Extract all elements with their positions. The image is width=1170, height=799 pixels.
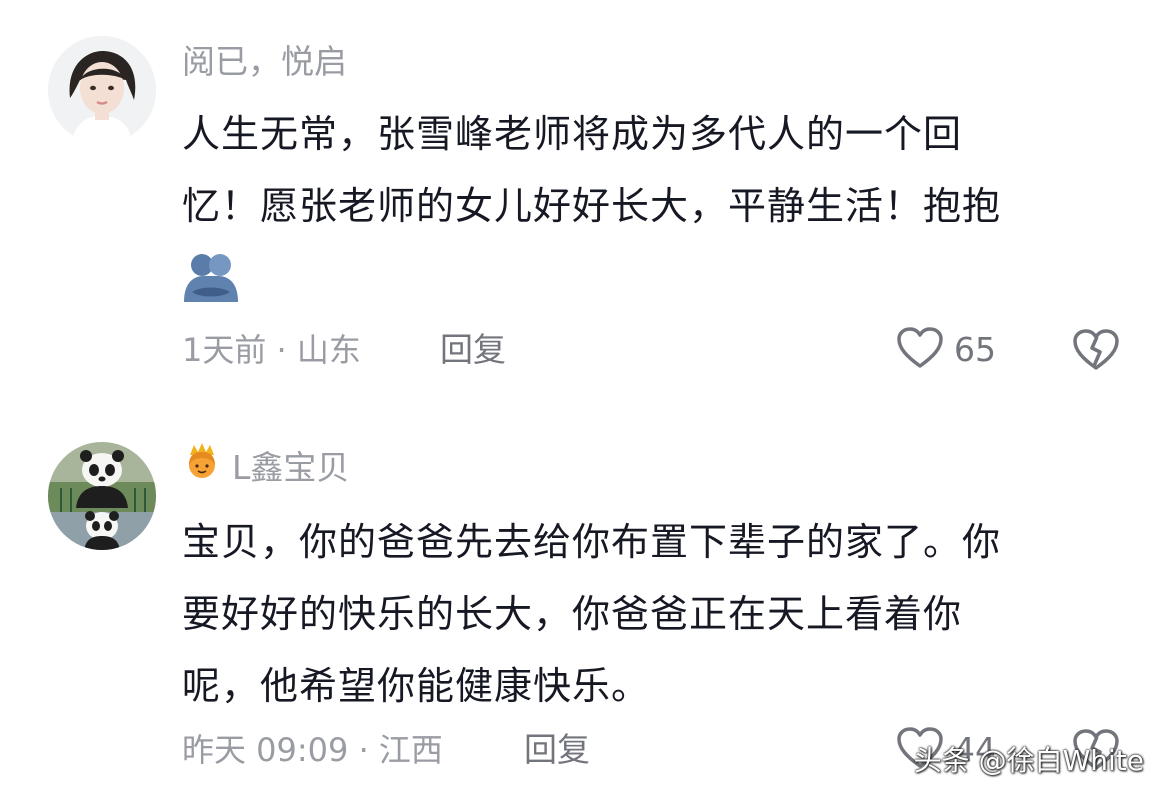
crown-person-emoji-icon xyxy=(182,441,222,492)
username[interactable]: 阅已，悦启 xyxy=(182,40,347,84)
comment-meta: 昨天 09:09 · 江西 xyxy=(182,731,443,769)
like-count: 65 xyxy=(954,330,996,369)
username-text: L鑫宝贝 xyxy=(232,448,350,487)
comment-line: 要好好的快乐的长大，你爸爸正在天上看着你 xyxy=(182,592,963,636)
comment-line: 忆！愿张老师的女儿好好长大，平静生活！抱抱 xyxy=(182,184,1002,228)
comment-meta: 1天前 · 山东 xyxy=(182,331,361,369)
watermark: 头条 @徐白White xyxy=(913,744,1144,777)
comment-line: 人生无常，张雪峰老师将成为多代人的一个回 xyxy=(182,112,963,156)
username[interactable]: L鑫宝贝 xyxy=(182,443,350,492)
broken-heart-icon xyxy=(1072,329,1120,376)
reply-button[interactable]: 回复 xyxy=(524,728,590,772)
comment-line: 宝贝，你的爸爸先去给你布置下辈子的家了。你 xyxy=(182,520,1002,564)
hug-emoji-icon xyxy=(182,252,240,308)
reply-button[interactable]: 回复 xyxy=(440,328,506,372)
heart-icon xyxy=(896,326,944,374)
avatar[interactable] xyxy=(48,442,156,550)
comment-text: 宝贝，你的爸爸先去给你布置下辈子的家了。你 要好好的快乐的长大，你爸爸正在天上看… xyxy=(182,506,1132,722)
avatar[interactable] xyxy=(48,36,156,144)
comment-text: 人生无常，张雪峰老师将成为多代人的一个回 忆！愿张老师的女儿好好长大，平静生活！… xyxy=(182,98,1132,242)
comment-line: 呢，他希望你能健康快乐。 xyxy=(182,664,651,708)
like-button[interactable]: 65 xyxy=(896,326,996,374)
dislike-button[interactable] xyxy=(1072,328,1120,376)
